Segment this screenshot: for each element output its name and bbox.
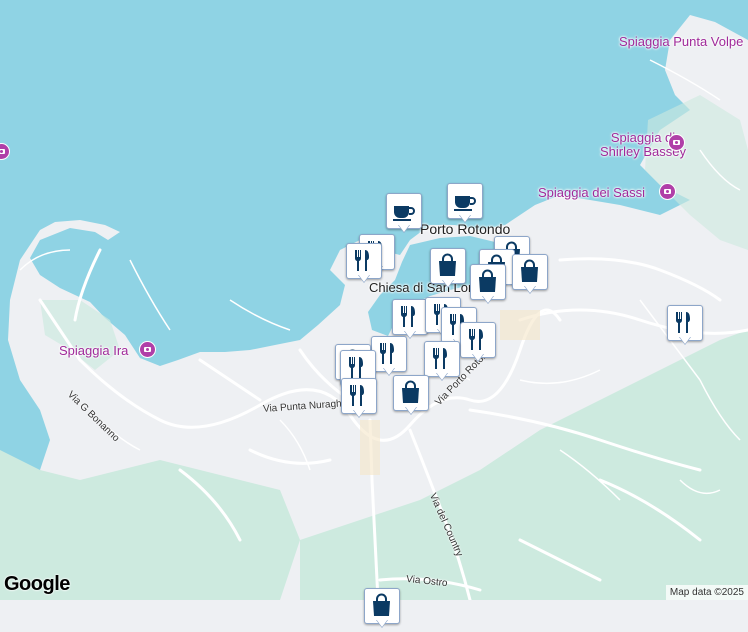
map-marker[interactable] bbox=[393, 375, 429, 419]
map-marker[interactable] bbox=[386, 193, 422, 237]
shopping-bag-icon bbox=[521, 259, 538, 282]
restaurant-icon bbox=[348, 357, 363, 378]
restaurant-icon bbox=[468, 329, 483, 350]
restaurant-icon bbox=[354, 250, 369, 271]
map-marker[interactable] bbox=[460, 322, 496, 366]
shopping-bag-icon bbox=[402, 380, 419, 403]
map-base-layer bbox=[0, 0, 748, 600]
map-marker[interactable] bbox=[512, 254, 548, 298]
restaurant-icon bbox=[400, 306, 415, 327]
camera-icon bbox=[659, 183, 676, 200]
restaurant-icon bbox=[432, 348, 447, 369]
google-logo: Google bbox=[4, 573, 70, 595]
map-canvas[interactable]: Spiaggia Punta Volpe Spiaggia di Shirley… bbox=[0, 0, 748, 627]
poi-label[interactable]: Spiaggia Ira bbox=[59, 344, 128, 357]
shopping-bag-icon bbox=[373, 593, 390, 616]
cafe-icon bbox=[393, 206, 415, 221]
map-marker[interactable] bbox=[424, 341, 460, 385]
map-marker[interactable] bbox=[470, 264, 506, 308]
camera-icon bbox=[668, 134, 685, 151]
map-marker[interactable] bbox=[447, 183, 483, 227]
map-attribution[interactable]: Map data ©2025 bbox=[665, 585, 748, 600]
shopping-bag-icon bbox=[439, 253, 456, 276]
map-marker[interactable] bbox=[341, 378, 377, 422]
map-marker[interactable] bbox=[667, 305, 703, 349]
restaurant-icon bbox=[675, 312, 690, 333]
map-marker[interactable] bbox=[346, 243, 382, 287]
poi-label[interactable]: Spiaggia dei Sassi bbox=[538, 186, 645, 199]
cafe-icon bbox=[454, 196, 476, 211]
map-marker[interactable] bbox=[364, 588, 400, 632]
map-marker[interactable] bbox=[430, 248, 466, 292]
restaurant-icon bbox=[379, 343, 394, 364]
camera-icon bbox=[139, 341, 156, 358]
shopping-bag-icon bbox=[479, 269, 496, 292]
poi-label[interactable]: Spiaggia Punta Volpe bbox=[619, 35, 743, 48]
map-marker[interactable] bbox=[371, 336, 407, 380]
restaurant-icon bbox=[349, 385, 364, 406]
